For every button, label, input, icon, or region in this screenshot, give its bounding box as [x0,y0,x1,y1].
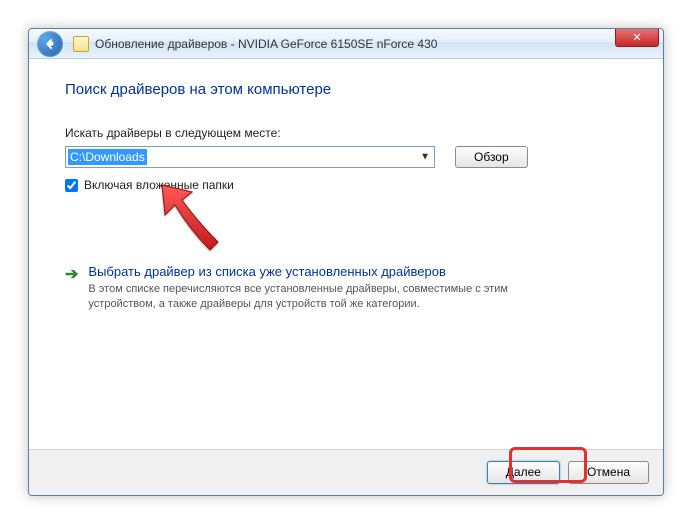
include-subfolders-checkbox[interactable] [65,179,78,192]
option-description: В этом списке перечисляются все установл… [88,282,568,312]
page-heading: Поиск драйверов на этом компьютере [65,81,627,98]
pick-from-list-option[interactable]: ➔ Выбрать драйвер из списка уже установл… [65,264,627,312]
include-subfolders-label: Включая вложенные папки [84,178,234,192]
path-value: C:\Downloads [68,149,147,165]
path-input[interactable]: C:\Downloads ▼ [65,146,435,168]
titlebar: Обновление драйверов - NVIDIA GeForce 61… [29,29,663,59]
path-row: C:\Downloads ▼ Обзор [65,146,627,168]
back-button[interactable] [37,31,63,57]
footer: Далее Отмена [29,449,663,495]
browse-button[interactable]: Обзор [455,146,528,168]
next-button[interactable]: Далее [487,461,560,484]
content-area: Поиск драйверов на этом компьютере Искат… [29,59,663,312]
driver-update-window: Обновление драйверов - NVIDIA GeForce 61… [28,28,664,496]
arrow-right-icon: ➔ [65,264,78,284]
option-title: Выбрать драйвер из списка уже установлен… [88,264,568,279]
close-icon: ✕ [632,31,641,44]
close-button[interactable]: ✕ [615,29,659,47]
include-subfolders-row[interactable]: Включая вложенные папки [65,178,627,192]
window-title: Обновление драйверов - NVIDIA GeForce 61… [95,37,437,51]
arrow-left-icon [43,37,57,51]
window-icon [73,36,89,52]
cancel-button[interactable]: Отмена [568,461,649,484]
dropdown-icon[interactable]: ▼ [420,152,430,163]
search-location-label: Искать драйверы в следующем месте: [65,126,627,140]
